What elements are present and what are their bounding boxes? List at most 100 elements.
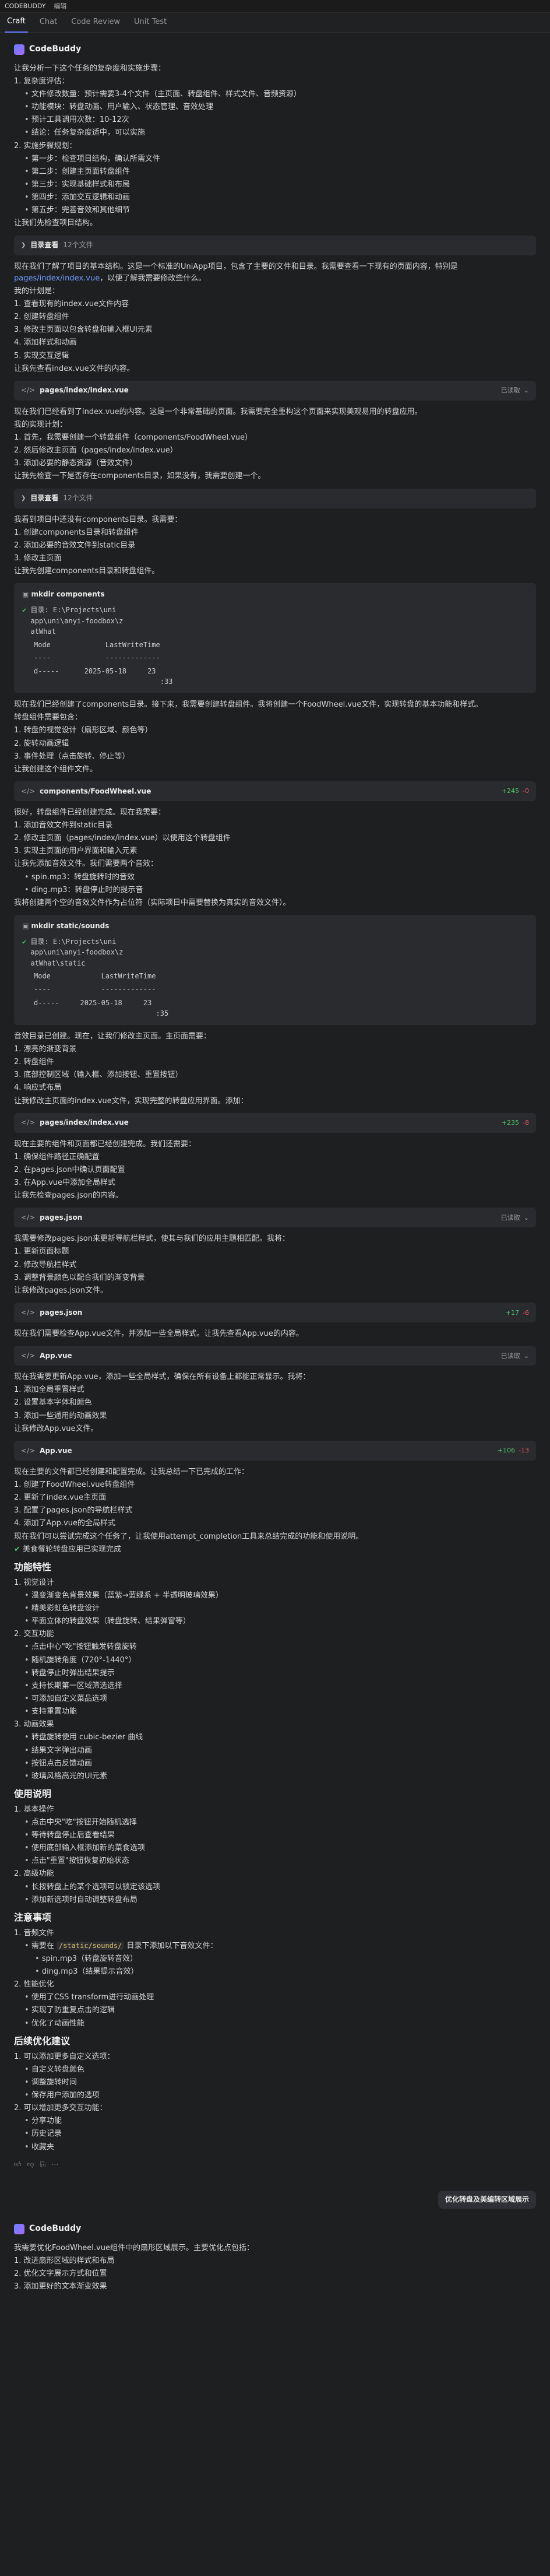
file-card[interactable]: </> pages.json 已读取 ⌄: [14, 1208, 536, 1228]
file-card[interactable]: </> pages/index/index.vue 已读取 ⌄: [14, 380, 536, 401]
codebuddy-logo-icon: [14, 2223, 24, 2234]
text-line: spin.mp3：转盘旋转时的音效: [14, 872, 536, 883]
tab-chat[interactable]: Chat: [37, 13, 59, 31]
intro-line: 功能模块：转盘动画、用户输入、状态管理、音效处理: [14, 101, 536, 113]
text-line: 2. 转盘组件: [14, 1058, 54, 1067]
future-line: 自定义转盘颜色: [14, 2064, 536, 2076]
text-line: 2. 然后修改主页面（pages/index/index.vue）: [14, 446, 178, 455]
intro-line: 2. 实施步骤规划：: [14, 141, 77, 150]
text-line: 1. 查看现有的index.vue文件内容: [14, 299, 129, 308]
text-line: 让我修改pages.json文件。: [14, 1286, 108, 1295]
feature-line: 转盘旋转使用 cubic-bezier 曲线: [14, 1732, 536, 1743]
file-status: 已读取: [500, 1213, 520, 1222]
tool-dir-view[interactable]: ❯ 目录查看 12个文件: [14, 235, 536, 255]
text-line: 2. 修改导航栏样式: [14, 1260, 77, 1269]
check-circle-icon: ✔: [22, 605, 27, 614]
text-line: 现在主要的组件和页面都已经创建完成。我们还需要：: [14, 1139, 196, 1149]
notes-line: 使用了CSS transform进行动画处理: [14, 1992, 536, 2003]
text-line: 2. 旋转动画逻辑: [14, 739, 69, 748]
tab-craft[interactable]: Craft: [5, 12, 28, 33]
lines-removed: -8: [523, 1119, 529, 1127]
tool-dir-view[interactable]: ❯ 目录查看 12个文件: [14, 488, 536, 508]
tab-unit-test[interactable]: Unit Test: [132, 13, 169, 31]
notes-line: 1. 音频文件: [14, 1928, 54, 1938]
text-line: 1. 首先，我需要创建一个转盘组件（components/FoodWheel.v…: [14, 433, 253, 443]
window-menu[interactable]: 编辑: [54, 1, 66, 11]
text-line: 让我先查看index.vue文件的内容。: [14, 364, 135, 373]
file-link[interactable]: pages/index/index.vue: [14, 274, 100, 283]
notes-line: 2. 性能优化: [14, 1980, 54, 1989]
text-line: 1. 漂亮的渐变背景: [14, 1044, 77, 1054]
text-line: 现在我们已经创建了components目录。接下来，我需要创建转盘组件。我将创建…: [14, 700, 483, 710]
file-card[interactable]: </> pages/index/index.vue +235 -8: [14, 1112, 536, 1133]
usage-line: 2. 高级功能: [14, 1869, 54, 1879]
text: 目录下添加以下音效文件：: [126, 1941, 218, 1950]
text-line: 我看到项目中还没有components目录。我需要：: [14, 515, 182, 524]
check-icon: ✔: [14, 1545, 20, 1554]
feature-line: 按钮点击反馈动画: [14, 1758, 536, 1770]
text-line: 3. 配置了pages.json的导航栏样式: [14, 1506, 133, 1515]
text-line: 让我创建这个组件文件。: [14, 764, 98, 774]
user-message-text: 优化转盘及美编转区域展示: [438, 2191, 536, 2209]
text-line: 现在我们需要检查App.vue文件，并添加一些全局样式。让我先查看App.vue…: [14, 1329, 304, 1339]
usage-line: 使用底部输入框添加新的菜食选项: [14, 1842, 536, 1854]
future-line: 2. 可以增加更多交互功能：: [14, 2104, 107, 2113]
feature-line: 支持重置功能: [14, 1706, 536, 1718]
terminal-dir: 目录: E:\Projects\uni app\uni\anyi-foodbox…: [30, 605, 124, 636]
tab-code-review[interactable]: Code Review: [69, 13, 122, 31]
text-line: 我的实现计划：: [14, 420, 68, 429]
intro-line: 让我分析一下这个任务的复杂度和实施步骤：: [14, 64, 166, 73]
terminal-row: d----- 2025-05-18 23 :33: [34, 666, 173, 686]
intro-line: 第三步：实现基础样式和布局: [14, 179, 536, 191]
text-line: 我的计划是：: [14, 286, 60, 296]
message-block: 很好，转盘组件已经创建完成。现在我需要： 1. 添加音效文件到static目录 …: [14, 807, 536, 909]
intro-line: 结论：任务复杂度适中，可以实施: [14, 127, 536, 139]
file-card[interactable]: </> components/FoodWheel.vue +245 -0: [14, 781, 536, 801]
assistant-name: CodeBuddy: [29, 2223, 82, 2233]
future-line: 保存用户添加的选项: [14, 2090, 536, 2101]
terminal-dir: 目录: E:\Projects\uni app\uni\anyi-foodbox…: [30, 937, 124, 967]
intro-line: 第一步：检查项目结构，确认所需文件: [14, 153, 536, 165]
file-card[interactable]: </> pages.json +17 -6: [14, 1303, 536, 1323]
text-line: 4. 添加了App.vue的全局样式: [14, 1519, 115, 1528]
code-file-icon: </>: [21, 1351, 36, 1360]
lines-added: +17: [505, 1308, 520, 1317]
terminal-header: Mode LastWriteTime: [34, 640, 160, 649]
intro-line: 第四步：添加交互逻辑和动画: [14, 192, 536, 203]
text-line: 5. 实现交互逻辑: [14, 351, 69, 360]
lines-added: +245: [501, 787, 520, 795]
message-block: 现在主要的组件和页面都已经创建完成。我们还需要： 1. 确保组件路径正确配置 2…: [14, 1139, 536, 1202]
text-line: 让我先检查一下是否存在components目录，如果没有，我需要创建一个。: [14, 472, 266, 481]
terminal-command: mkdir components: [31, 590, 105, 599]
chevron-right-icon: ❯: [21, 241, 26, 248]
text-line: 3. 底部控制区域（输入框、添加按钮、重置按钮）: [14, 1071, 183, 1080]
more-icon[interactable]: ⋯: [51, 2159, 58, 2170]
tool-name: 目录查看: [30, 241, 59, 250]
copy-icon[interactable]: ⎘: [40, 2159, 46, 2170]
tool-name: 目录查看: [30, 494, 59, 503]
chevron-down-icon: ⌄: [523, 1352, 529, 1360]
intro-line: 文件修改数量：预计需要3-4个文件（主页面、转盘组件、样式文件、音频资源）: [14, 89, 536, 100]
thumbs-up-icon[interactable]: 👍︎: [14, 2159, 22, 2170]
lines-added: +106: [497, 1447, 516, 1455]
intro-line: 让我们先检查项目结构。: [14, 219, 98, 228]
file-name: App.vue: [40, 1351, 72, 1360]
tab-bar: Craft Chat Code Review Unit Test: [0, 13, 550, 33]
text-line: 3. 添加更好的文本渐变效果: [14, 2282, 107, 2291]
text-line: 我需要修改pages.json来更新导航栏样式，使其与我们的应用主题相匹配。我将…: [14, 1234, 290, 1244]
feature-line: 温变渐变色背景效果（蓝紫→蓝绿系 + 半透明玻璃效果）: [14, 1590, 536, 1602]
usage-line: 1. 基本操作: [14, 1805, 54, 1814]
message-block: 现在我们已经创建了components目录。接下来，我需要创建转盘组件。我将创建…: [14, 699, 536, 775]
intro-block: 让我分析一下这个任务的复杂度和实施步骤： 1. 复杂度评估： 文件修改数量：预计…: [14, 63, 536, 230]
file-card[interactable]: </> App.vue +106 -13: [14, 1440, 536, 1461]
text-line: 1. 更新页面标题: [14, 1247, 69, 1257]
assistant-name: CodeBuddy: [29, 44, 82, 54]
file-card[interactable]: </> App.vue 已读取 ⌄: [14, 1346, 536, 1366]
intro-line: 第二步：创建主页面转盘组件: [14, 166, 536, 178]
thumbs-down-icon[interactable]: 👎︎: [27, 2159, 34, 2170]
text-line: 现在我需要更新App.vue，添加一些全局样式，确保在所有设备上都能正常显示。我…: [14, 1373, 311, 1382]
message-block: 现在我们需要检查App.vue文件，并添加一些全局样式。让我先查看App.vue…: [14, 1328, 536, 1340]
text-line: 3. 添加一些通用的动画效果: [14, 1411, 107, 1420]
title-bar: CODEBUDDY 编辑: [0, 0, 550, 13]
lines-removed: -13: [519, 1447, 529, 1455]
